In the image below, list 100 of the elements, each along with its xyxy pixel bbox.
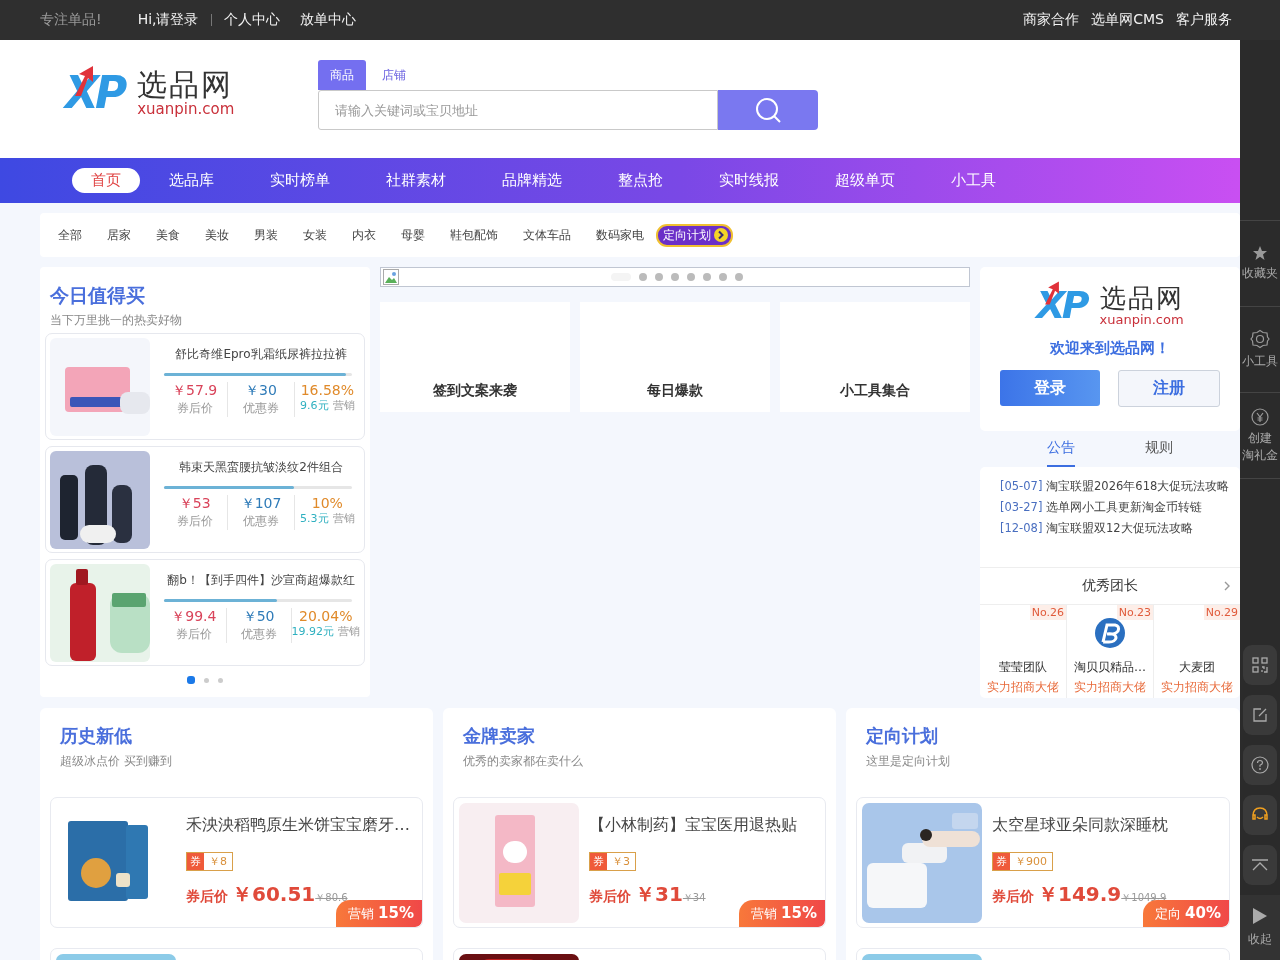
product-card[interactable]: 翻b！【到手四件】沙宣商超爆款红 ￥99.4 券后价 ￥50 优惠券 20.04% 19.92元 营销 [45, 559, 365, 666]
panel-subtitle: 当下万里挑一的热卖好物 [49, 312, 183, 329]
category-link[interactable]: 美食 [156, 226, 180, 244]
help-button[interactable] [1243, 745, 1277, 785]
top-link[interactable]: 商家合作 [1023, 11, 1080, 29]
settings-icon [1250, 329, 1270, 350]
product-card[interactable]: 韩束天黑蛮腰抗皱淡纹2件组合 ￥53 券后价 ￥107 优惠券 10% 5.3元 营销 [45, 446, 365, 553]
rank-badge: No.26 [1029, 605, 1066, 620]
carousel-dot[interactable] [703, 273, 711, 281]
notice-item[interactable]: [05-07] 淘宝联盟2026年618大促玩法攻略 [1000, 479, 1240, 494]
leader-name: 莹莹团队 [999, 659, 1047, 676]
commission-label: 营销 [338, 624, 360, 639]
feature-tile[interactable]: 每日爆款 [580, 302, 770, 412]
search-field[interactable]: 请输入关键词或宝贝地址 [318, 90, 719, 130]
coupon-value: ￥50 [242, 608, 275, 626]
commission-tag: 营销 15% [738, 900, 825, 927]
yen-icon [1251, 408, 1269, 427]
collapse-button[interactable]: 收起 [1240, 895, 1280, 960]
nav-item[interactable]: 超级单页 [831, 168, 899, 193]
plan-badge[interactable]: 定向计划 [656, 223, 733, 247]
category-link[interactable]: 母婴 [401, 226, 425, 244]
chevron-right-icon[interactable] [1224, 581, 1230, 591]
category-link[interactable]: 女装 [303, 226, 327, 244]
notice-item[interactable]: [12-08] 淘宝联盟双12大促玩法攻略 [1000, 521, 1240, 536]
price-label: 券后价 [186, 888, 228, 906]
product-title: 【小林制药】宝宝医用退热贴 [589, 815, 798, 836]
category-link[interactable]: 鞋包配饰 [450, 226, 498, 244]
nav-item[interactable]: 品牌精选 [498, 168, 566, 193]
top-link[interactable]: Hi,请登录 [137, 11, 199, 29]
help-icon [1251, 756, 1269, 774]
search-tab[interactable]: 商品 [318, 60, 367, 90]
sidebar-item[interactable]: 收藏夹 [1240, 220, 1280, 306]
leader-tag: 实力招商大佬 [987, 679, 1059, 696]
page-dot[interactable] [204, 677, 209, 683]
carousel-dot[interactable] [655, 273, 663, 281]
carousel-dot[interactable] [735, 273, 743, 281]
nav-item[interactable]: 首页 [72, 168, 140, 193]
search-tab[interactable]: 店铺 [370, 60, 419, 90]
top-link[interactable]: 客户服务 [1176, 11, 1232, 29]
nav-item[interactable]: 社群素材 [382, 168, 450, 193]
qr-code-button[interactable] [1243, 645, 1277, 685]
feature-tile[interactable]: 小工具集合 [780, 302, 970, 412]
category-link[interactable]: 居家 [107, 226, 131, 244]
product-card[interactable]: 【小林制药】宝宝医用退热贴 券 ￥3 券后价 ￥31￥34 营销 15% [453, 797, 826, 928]
nav-item[interactable]: 小工具 [947, 168, 1000, 193]
feature-tile[interactable]: 签到文案来袭 [380, 302, 570, 412]
search-icon [754, 96, 783, 124]
nav-item[interactable]: 整点抢 [614, 168, 667, 193]
commission-rate: 10% [311, 495, 343, 511]
leader-card[interactable]: No.23 淘贝贝精品… 实力招商大佬 [1067, 605, 1154, 698]
product-title: 舒比奇维Epro乳霜纸尿裤拉拉裤 [174, 346, 348, 363]
notice-item[interactable]: [03-27] 选单网小工具更新淘金币转链 [1000, 500, 1240, 515]
category-link[interactable]: 内衣 [352, 226, 376, 244]
edit-icon [1252, 707, 1268, 723]
section-title: 定向计划 [865, 724, 939, 748]
notice-tab[interactable]: 规则 [1145, 439, 1173, 465]
category-link[interactable]: 文体车品 [523, 226, 571, 244]
sidebar-item[interactable]: 创建 淘礼金 [1240, 392, 1280, 479]
coupon-value: ￥107 [240, 495, 282, 513]
commission-tag: 定向 40% [1142, 900, 1229, 927]
search-button[interactable] [718, 90, 819, 130]
category-link[interactable]: 数码家电 [596, 226, 644, 244]
product-card[interactable]: 太空星球亚朵同款深睡枕 券 ￥900 券后价 ￥149.9￥1049.9 定向 40% [856, 797, 1230, 928]
commission-amount: 9.6元 [300, 398, 329, 413]
edit-button[interactable] [1243, 695, 1277, 735]
carousel-dot[interactable] [671, 273, 679, 281]
leader-card[interactable]: No.26 莹莹团队 实力招商大佬 [980, 605, 1067, 698]
leader-card[interactable]: No.29 大麦团 实力招商大佬 [1154, 605, 1240, 698]
top-link[interactable]: 个人中心 [223, 11, 280, 29]
carousel-dot[interactable] [639, 273, 647, 281]
nav-item[interactable]: 选品库 [165, 168, 218, 193]
carousel-dot[interactable] [719, 273, 727, 281]
page-dot[interactable] [218, 677, 223, 683]
product-card[interactable]: 舒比奇维Epro乳霜纸尿裤拉拉裤 ￥57.9 券后价 ￥30 优惠券 16.58% 9.6元 营销 [45, 333, 365, 440]
nav-item[interactable]: 实时线报 [715, 168, 783, 193]
product-card[interactable]: 禾泱泱稻鸭原生米饼宝宝磨牙… 券 ￥8 券后价 ￥60.51￥80.6 营销 15% [50, 797, 423, 928]
leader-tag: 实力招商大佬 [1161, 679, 1233, 696]
rank-badge: No.23 [1116, 605, 1153, 620]
support-button[interactable] [1243, 795, 1277, 835]
category-link[interactable]: 全部 [58, 226, 82, 244]
leader-tag: 实力招商大佬 [1074, 679, 1146, 696]
coupon-tag: 券 ￥8 [186, 852, 233, 871]
top-link[interactable]: 选单网CMS [1091, 11, 1164, 29]
category-link[interactable]: 美妆 [205, 226, 229, 244]
carousel-dot[interactable] [687, 273, 695, 281]
price-label: 券后价 [175, 626, 212, 643]
nav-item[interactable]: 实时榜单 [266, 168, 334, 193]
rank-badge: No.29 [1203, 605, 1240, 620]
section-subtitle: 超级冰点价 买到赚到 [59, 753, 173, 770]
login-button[interactable]: 登录 [1000, 370, 1100, 406]
arrow-right-icon [714, 228, 728, 242]
category-link[interactable]: 男装 [254, 226, 278, 244]
welcome-message: 欢迎来到选品网！ [1050, 339, 1170, 358]
back-to-top-button[interactable] [1243, 845, 1277, 885]
commission-rate: 16.58% [300, 382, 354, 398]
commission-label: 营销 [332, 398, 355, 413]
register-button[interactable]: 注册 [1118, 370, 1220, 407]
top-link[interactable]: 放单中心 [299, 11, 356, 29]
sidebar-item[interactable]: 小工具 [1240, 306, 1280, 392]
section-title: 历史新低 [59, 724, 133, 748]
